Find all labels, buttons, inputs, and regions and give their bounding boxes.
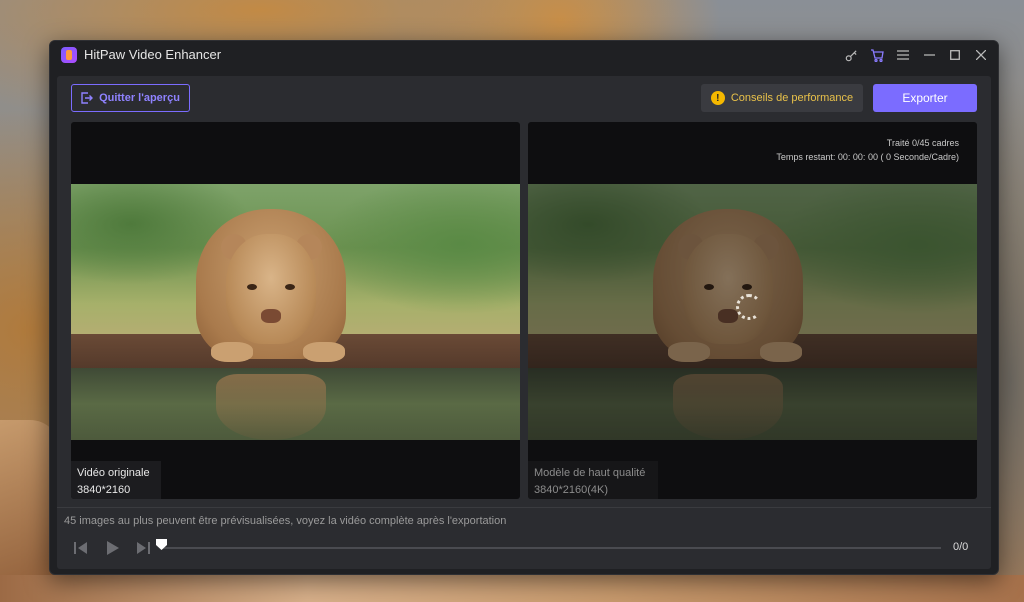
enhanced-video-frame xyxy=(528,184,977,440)
processing-status: Traité 0/45 cadres Temps restant: 00: 00… xyxy=(776,136,959,164)
next-frame-button[interactable] xyxy=(133,538,153,558)
cart-icon[interactable] xyxy=(866,45,888,65)
original-video-pane: Vidéo originale 3840*2160 xyxy=(71,122,520,499)
quit-preview-button[interactable]: Quitter l'aperçu xyxy=(71,84,190,112)
performance-tips-label: Conseils de performance xyxy=(730,92,854,104)
original-video-label: Vidéo originale xyxy=(77,467,150,479)
enhanced-model-label: Modèle de haut qualité xyxy=(534,467,646,479)
playhead-icon xyxy=(156,539,167,550)
export-button[interactable]: Exporter xyxy=(873,84,977,112)
frame-counter: 0/0 xyxy=(953,541,969,553)
quit-preview-label: Quitter l'aperçu xyxy=(99,92,180,104)
original-video-image xyxy=(71,184,520,440)
minimize-icon[interactable] xyxy=(918,45,940,65)
time-remaining: Temps restant: 00: 00: 00 ( 0 Seconde/Ca… xyxy=(776,152,959,162)
enhanced-video-pane: Traité 0/45 cadres Temps restant: 00: 00… xyxy=(528,122,977,499)
step-back-icon xyxy=(74,542,87,554)
wallpaper-ground xyxy=(0,575,1024,602)
step-forward-icon xyxy=(137,542,150,554)
warning-icon: ! xyxy=(710,91,725,105)
performance-tips-button[interactable]: ! Conseils de performance xyxy=(701,84,863,112)
app-logo-icon xyxy=(61,47,77,63)
title-bar: HitPaw Video Enhancer xyxy=(50,41,998,69)
original-video-frame xyxy=(71,184,520,440)
timeline-playhead[interactable] xyxy=(156,537,167,550)
footer-divider xyxy=(57,507,991,508)
enhanced-video-caption: Modèle de haut qualité 3840*2160(4K) xyxy=(528,461,658,499)
preview-area: Quitter l'aperçu ! Conseils de performan… xyxy=(57,76,991,569)
close-icon[interactable] xyxy=(970,45,992,65)
key-icon[interactable] xyxy=(840,45,862,65)
enhanced-video-resolution: 3840*2160(4K) xyxy=(534,484,609,496)
exit-icon xyxy=(81,92,94,104)
app-window: HitPaw Video Enhancer Quitter l'aperçu !… xyxy=(49,40,999,575)
timeline-track[interactable] xyxy=(161,547,941,549)
processed-frames: Traité 0/45 cadres xyxy=(886,138,959,148)
loading-spinner-icon xyxy=(736,294,762,320)
preview-limit-notice: 45 images au plus peuvent être prévisual… xyxy=(64,515,507,527)
previous-frame-button[interactable] xyxy=(71,538,91,558)
play-button[interactable] xyxy=(103,538,123,558)
app-title: HitPaw Video Enhancer xyxy=(84,47,222,62)
menu-icon[interactable] xyxy=(892,45,914,65)
title-bar-controls xyxy=(840,45,992,65)
play-icon xyxy=(107,541,119,555)
maximize-icon[interactable] xyxy=(944,45,966,65)
original-video-resolution: 3840*2160 xyxy=(77,484,131,496)
original-video-caption: Vidéo originale 3840*2160 xyxy=(71,461,161,499)
